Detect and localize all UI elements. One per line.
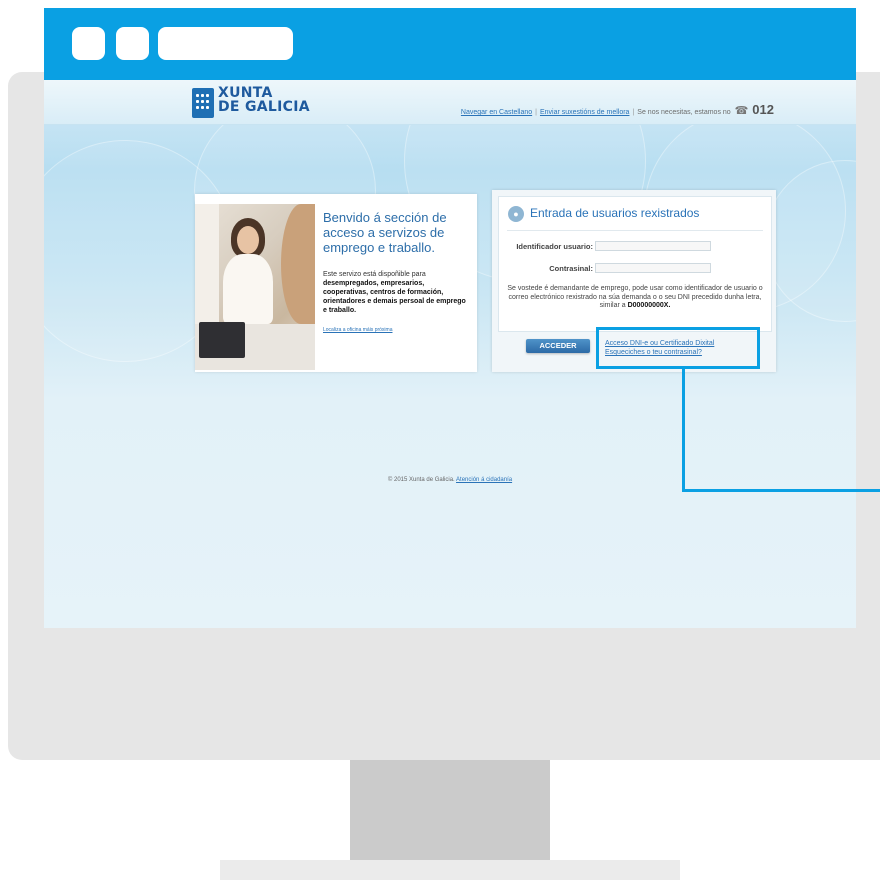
callout-line	[682, 489, 880, 492]
welcome-description: Este servizo está dispoñible para desemp…	[323, 270, 471, 315]
separator: |	[632, 109, 635, 116]
xunta-logo-icon	[192, 88, 214, 118]
acceder-button[interactable]: ACCEDER	[526, 339, 590, 353]
user-id-input[interactable]	[595, 241, 711, 251]
monitor-stand-base	[220, 860, 680, 880]
login-info: Se vostede é demandante de emprego, pode…	[507, 285, 763, 311]
address-bar[interactable]	[158, 27, 293, 60]
suxestions-link[interactable]: Enviar suxestións de mellora	[540, 109, 630, 116]
site-header: XUNTA DE GALICIA Navegar en Castellano | E…	[44, 80, 856, 125]
divider	[507, 230, 763, 231]
password-label: Contrasinal:	[549, 264, 593, 273]
xunta-logo-text[interactable]: XUNTA DE GALICIA	[218, 86, 310, 114]
welcome-intro: Este servizo está dispoñible para	[323, 271, 426, 278]
browser-window: XUNTA DE GALICIA Navegar en Castellano | E…	[44, 8, 856, 628]
user-label: Identificador usuario:	[516, 242, 593, 251]
login-info-example: D00000000X.	[627, 302, 671, 309]
lock-icon: ●	[508, 206, 524, 222]
citizen-attention-link[interactable]: Atención á cidadanía	[456, 477, 512, 483]
copyright-text: © 2015 Xunta de Galicia.	[387, 477, 455, 483]
find-office-link[interactable]: Localiza a oficina máis próxima	[323, 327, 392, 333]
logo-line-1: XUNTA	[218, 85, 273, 101]
password-input[interactable]	[595, 263, 711, 273]
window-control-button[interactable]	[116, 27, 149, 60]
phone-number: 012	[752, 102, 774, 117]
castellano-link[interactable]: Navegar en Castellano	[461, 109, 532, 116]
browser-toolbar	[44, 8, 856, 80]
monitor-stand-neck	[350, 760, 550, 860]
phone-icon: ☎	[734, 105, 749, 117]
header-links: Navegar en Castellano | Enviar suxestións …	[461, 102, 774, 117]
login-form: ● Entrada de usuarios rexistrados Identi…	[498, 196, 772, 332]
login-title: Entrada de usuarios rexistrados	[530, 206, 700, 220]
welcome-title: Benvido á sección de acceso a servizos d…	[323, 210, 447, 255]
welcome-audience: desempregados, empresarios, cooperativas…	[323, 280, 466, 314]
separator: |	[535, 109, 537, 116]
site-footer: © 2015 Xunta de Galicia. Atención á cida…	[44, 477, 856, 483]
window-control-button[interactable]	[72, 27, 105, 60]
logo-line-2: DE GALICIA	[218, 99, 310, 115]
callout-line	[682, 369, 685, 491]
callout-highlight	[596, 327, 760, 369]
office-photo	[195, 204, 315, 370]
help-text: Se nos necesitas, estamos no	[637, 109, 731, 116]
welcome-card: Benvido á sección de acceso a servizos d…	[195, 194, 477, 372]
